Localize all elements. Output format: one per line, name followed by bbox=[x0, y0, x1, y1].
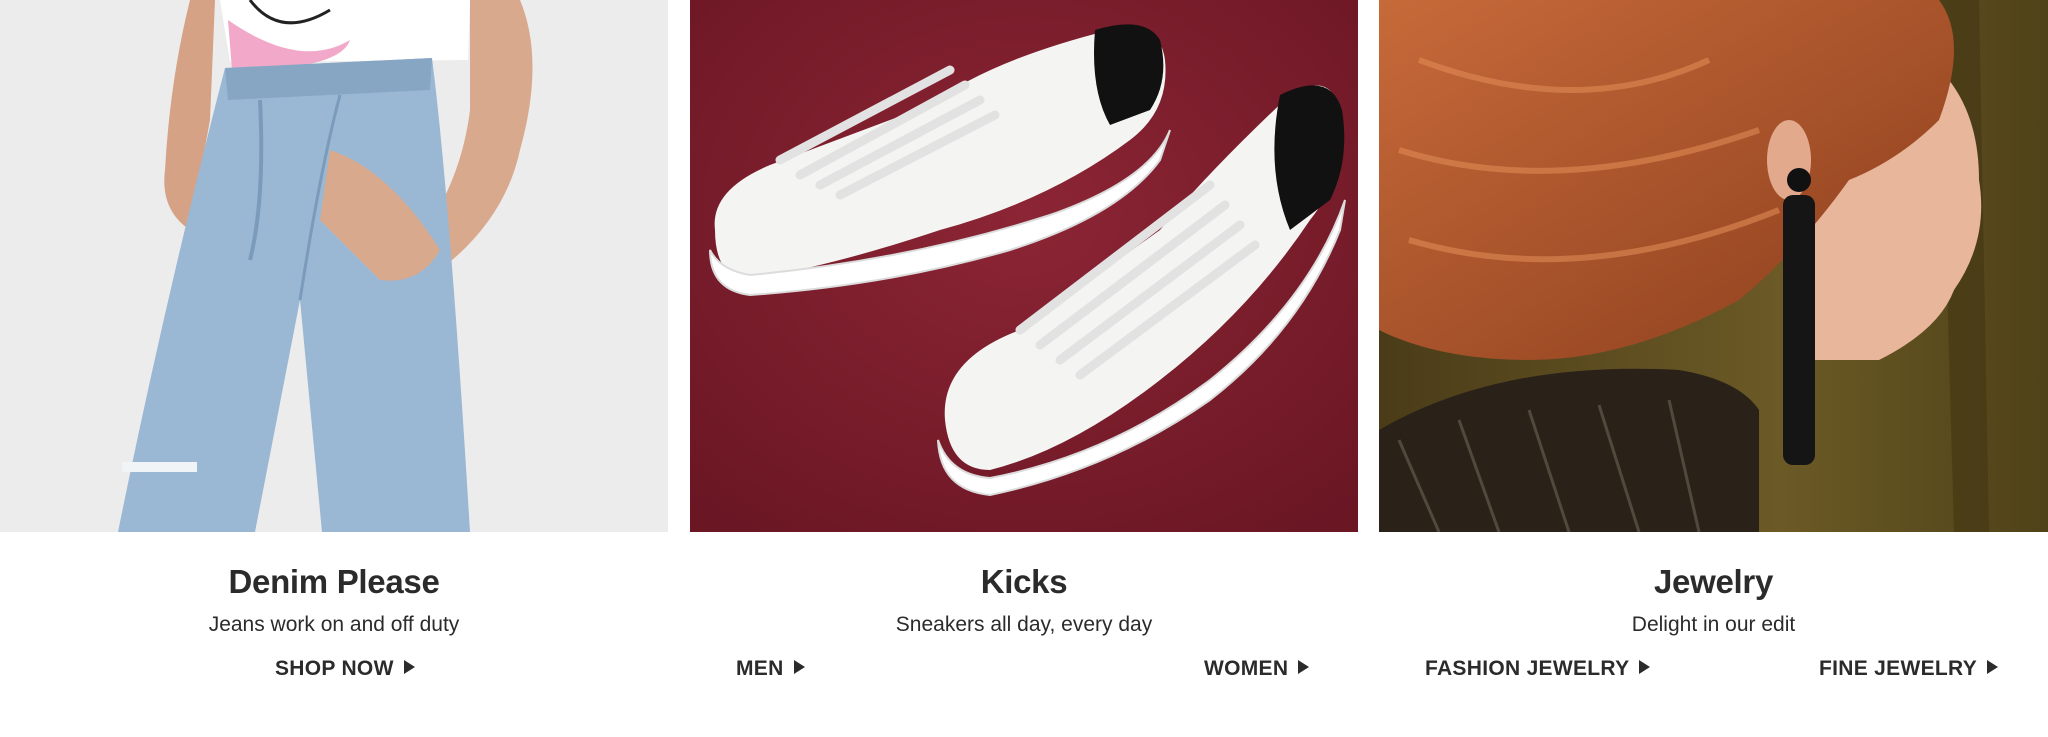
fashion-jewelry-link[interactable]: FASHION JEWELRY bbox=[1425, 654, 1651, 684]
jewelry-caption: Jewelry Delight in our edit FASHION JEWE… bbox=[1379, 562, 2048, 684]
cta-label: SHOP NOW bbox=[275, 657, 394, 680]
cta-label: FINE JEWELRY bbox=[1819, 657, 1978, 680]
kicks-caption: Kicks Sneakers all day, every day MEN WO… bbox=[690, 562, 1358, 684]
arrow-right-icon bbox=[1639, 660, 1651, 674]
tile-links: SHOP NOW bbox=[0, 654, 668, 684]
tile-title: Denim Please bbox=[228, 563, 440, 600]
cta-label: MEN bbox=[736, 657, 784, 680]
tile-title: Jewelry bbox=[1654, 563, 1773, 600]
arrow-right-icon bbox=[1987, 660, 1999, 674]
fine-jewelry-link[interactable]: FINE JEWELRY bbox=[1819, 654, 1999, 684]
cta-label: WOMEN bbox=[1204, 657, 1289, 680]
white-sneakers-photo bbox=[690, 0, 1358, 532]
cta-label: FASHION JEWELRY bbox=[1425, 657, 1630, 680]
tile-links: FASHION JEWELRY FINE JEWELRY bbox=[1379, 654, 2048, 684]
promo-tile-jewelry: Jewelry Delight in our edit FASHION JEWE… bbox=[1379, 0, 2048, 684]
denim-model-photo bbox=[0, 0, 668, 532]
arrow-right-icon bbox=[403, 660, 415, 674]
tile-subtitle: Jeans work on and off duty bbox=[208, 613, 460, 636]
men-link[interactable]: MEN bbox=[736, 654, 805, 684]
earring-model-photo bbox=[1379, 0, 2048, 532]
women-link[interactable]: WOMEN bbox=[1204, 654, 1310, 684]
tile-title: Kicks bbox=[980, 563, 1068, 600]
kicks-photo-link[interactable] bbox=[690, 0, 1358, 532]
arrow-right-icon bbox=[1298, 660, 1310, 674]
jewelry-photo-link[interactable] bbox=[1379, 0, 2048, 532]
tile-links: MEN WOMEN bbox=[690, 654, 1358, 684]
promo-tile-kicks: Kicks Sneakers all day, every day MEN WO… bbox=[690, 0, 1358, 684]
tile-subtitle: Sneakers all day, every day bbox=[895, 613, 1153, 636]
promo-tile-denim: Denim Please Jeans work on and off duty … bbox=[0, 0, 668, 684]
shop-now-link[interactable]: SHOP NOW bbox=[275, 654, 415, 684]
arrow-right-icon bbox=[793, 660, 805, 674]
tile-subtitle: Delight in our edit bbox=[1631, 613, 1796, 636]
denim-caption: Denim Please Jeans work on and off duty … bbox=[0, 562, 668, 684]
denim-photo-link[interactable] bbox=[0, 0, 668, 532]
